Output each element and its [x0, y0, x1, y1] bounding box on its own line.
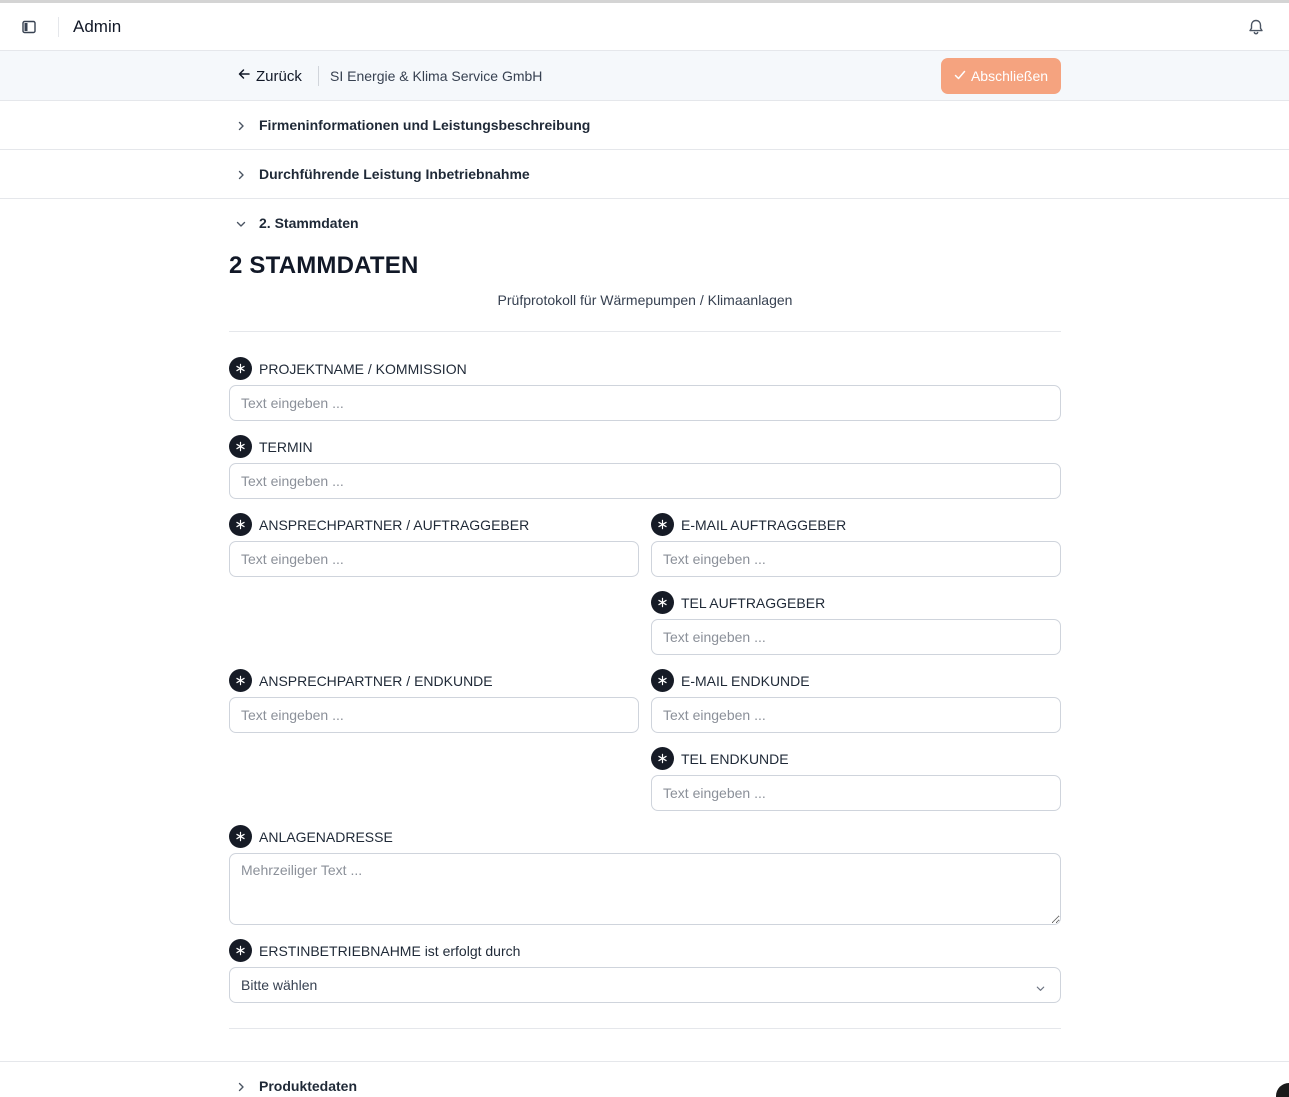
asterisk-icon: [651, 513, 674, 536]
asterisk-icon: [651, 747, 674, 770]
accordion-label: Firmeninformationen und Leistungsbeschre…: [259, 117, 591, 133]
asterisk-icon: [229, 939, 252, 962]
asterisk-icon: [229, 669, 252, 692]
accordion-label: Produktedaten: [259, 1078, 358, 1094]
field-label: ANLAGENADRESSE: [259, 829, 393, 845]
field-label: TEL ENDKUNDE: [681, 751, 789, 767]
email-auftraggeber-input[interactable]: [651, 541, 1061, 577]
tel-auftraggeber-input[interactable]: [651, 619, 1061, 655]
bell-icon[interactable]: [1247, 18, 1265, 36]
tel-endkunde-input[interactable]: [651, 775, 1061, 811]
sidebar-toggle-icon[interactable]: [21, 19, 37, 35]
ansprechpartner-endkunde-input[interactable]: [229, 697, 639, 733]
app-header: Admin: [0, 3, 1289, 51]
chevron-down-icon: [235, 217, 247, 229]
divider: [229, 1028, 1061, 1029]
asterisk-icon: [229, 513, 252, 536]
anlagenadresse-textarea[interactable]: [229, 853, 1061, 925]
field-label: E-MAIL ENDKUNDE: [681, 673, 810, 689]
form-toolbar: Zurück SI Energie & Klima Service GmbH A…: [0, 51, 1289, 101]
field-label: ERSTINBETRIEBNAHME ist erfolgt durch: [259, 943, 521, 959]
section-subtitle: Prüfprotokoll für Wärmepumpen / Klimaanl…: [497, 292, 793, 308]
accordion-label: Durchführende Leistung Inbetriebnahme: [259, 166, 530, 182]
field-label: TEL AUFTRAGGEBER: [681, 595, 826, 611]
erstinbetriebnahme-select[interactable]: Bitte wählen: [229, 967, 1061, 1003]
accordion-stammdaten[interactable]: 2. Stammdaten: [0, 199, 1289, 247]
projektname-input[interactable]: [229, 385, 1061, 421]
accordion-produktedaten[interactable]: Produktedaten: [0, 1061, 1289, 1097]
finish-button[interactable]: Abschließen: [941, 58, 1061, 94]
company-name: SI Energie & Klima Service GmbH: [330, 68, 543, 84]
arrow-left-icon: [237, 67, 251, 85]
toolbar-divider: [318, 66, 319, 86]
finish-button-label: Abschließen: [970, 68, 1049, 84]
accordion-firmeninformationen[interactable]: Firmeninformationen und Leistungsbeschre…: [0, 101, 1289, 150]
chevron-right-icon: [235, 119, 247, 131]
asterisk-icon: [229, 825, 252, 848]
accordion-durchfuehrende-leistung[interactable]: Durchführende Leistung Inbetriebnahme: [0, 150, 1289, 199]
email-endkunde-input[interactable]: [651, 697, 1061, 733]
chevron-down-icon: [1035, 981, 1046, 992]
field-label: E-MAIL AUFTRAGGEBER: [681, 517, 847, 533]
ansprechpartner-auftraggeber-input[interactable]: [229, 541, 639, 577]
check-icon: [954, 68, 966, 84]
asterisk-icon: [229, 435, 252, 458]
header-divider: [58, 17, 59, 37]
field-label: PROJEKTNAME / KOMMISSION: [259, 361, 467, 377]
back-button[interactable]: Zurück: [237, 67, 302, 85]
field-label: ANSPRECHPARTNER / ENDKUNDE: [259, 673, 493, 689]
field-label: TERMIN: [259, 439, 313, 455]
termin-input[interactable]: [229, 463, 1061, 499]
asterisk-icon: [651, 591, 674, 614]
back-button-label: Zurück: [256, 67, 302, 85]
chevron-right-icon: [235, 168, 247, 180]
chevron-right-icon: [235, 1080, 247, 1092]
asterisk-icon: [229, 357, 252, 380]
select-value: Bitte wählen: [241, 977, 318, 993]
page-title: Admin: [73, 17, 122, 36]
asterisk-icon: [651, 669, 674, 692]
accordion-label: 2. Stammdaten: [259, 215, 359, 231]
field-label: ANSPRECHPARTNER / AUFTRAGGEBER: [259, 517, 530, 533]
section-title: 2 STAMMDATEN: [229, 252, 419, 279]
divider: [229, 331, 1061, 332]
